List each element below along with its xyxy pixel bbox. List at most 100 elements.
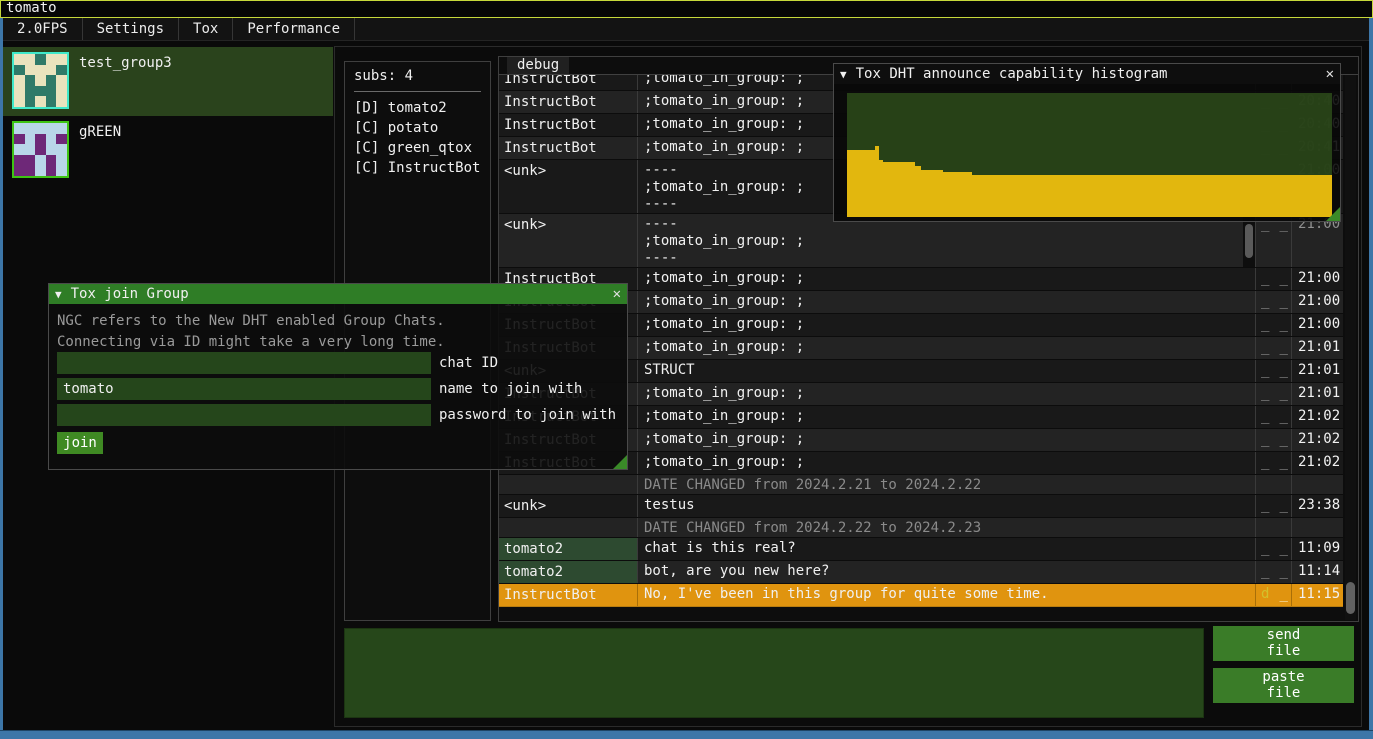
subscriber-item[interactable]: [C] green_qtox — [354, 138, 481, 158]
message-row[interactable]: tomato2bot, are you new here?__11:14 — [499, 561, 1343, 584]
timestamp: 21:01 — [1292, 337, 1343, 359]
collapse-arrow-icon[interactable]: ▼ — [840, 68, 847, 81]
delivery-indicator: __ — [1256, 406, 1292, 428]
timestamp: 21:00 — [1292, 268, 1343, 290]
group-name: gREEN — [79, 124, 121, 185]
menu-item-tox[interactable]: Tox — [179, 18, 233, 40]
chat-id-label: chat ID — [439, 355, 498, 371]
message-row[interactable]: InstructBotNo, I've been in this group f… — [499, 584, 1343, 607]
send-file-button[interactable]: send file — [1213, 626, 1354, 661]
histogram-bar-segment — [921, 170, 944, 217]
date-separator-row[interactable]: DATE CHANGED from 2024.2.21 to 2024.2.22 — [499, 475, 1343, 495]
message-row[interactable]: tomato2chat is this real?__11:09 — [499, 538, 1343, 561]
timestamp: 21:02 — [1292, 452, 1343, 474]
timestamp: 11:14 — [1292, 561, 1343, 583]
join-group-titlebar[interactable]: ▼ Tox join Group ✕ — [49, 284, 627, 304]
message-text: ;tomato_in_group: ; — [638, 337, 1256, 359]
timestamp: 21:00 — [1292, 314, 1343, 336]
message-cell-scrollbar-thumb[interactable] — [1245, 224, 1253, 258]
delivery-indicator: __ — [1256, 360, 1292, 382]
window-titlebar[interactable]: tomato — [0, 0, 1373, 18]
subs-separator — [354, 91, 481, 92]
menu-item-settings[interactable]: Settings — [83, 18, 179, 40]
send-file-label-line1: send — [1213, 627, 1354, 643]
window-border-right — [1369, 18, 1373, 730]
subscriber-item[interactable]: [C] potato — [354, 118, 481, 138]
subs-count: subs: 4 — [354, 68, 481, 84]
subscriber-item[interactable]: [C] InstructBot — [354, 158, 481, 178]
sender-name: <unk> — [499, 160, 638, 213]
message-text: DATE CHANGED from 2024.2.21 to 2024.2.22 — [638, 475, 1256, 494]
delivery-indicator: __ — [1256, 383, 1292, 405]
subscriber-item[interactable]: [D] tomato2 — [354, 98, 481, 118]
join-group-description-line1: NGC refers to the New DHT enabled Group … — [57, 311, 627, 332]
sender-name — [499, 518, 638, 537]
delivery-indicator: __ — [1256, 291, 1292, 313]
join-password-label: password to join with — [439, 407, 616, 423]
chat-scrollbar[interactable] — [1345, 75, 1356, 620]
group-name: test_group3 — [79, 55, 172, 116]
timestamp: 21:02 — [1292, 406, 1343, 428]
timestamp: 21:02 — [1292, 429, 1343, 451]
message-row[interactable]: <unk>testus__23:38 — [499, 495, 1343, 518]
collapse-arrow-icon[interactable]: ▼ — [55, 288, 62, 301]
message-text: ;tomato_in_group: ; — [638, 291, 1256, 313]
join-group-window: ▼ Tox join Group ✕ NGC refers to the New… — [48, 283, 628, 470]
close-icon[interactable]: ✕ — [613, 286, 621, 302]
dht-histogram-window: ▼ Tox DHT announce capability histogram … — [833, 63, 1341, 222]
timestamp: 21:00 — [1292, 291, 1343, 313]
sidebar-group-test_group3[interactable]: test_group3 — [3, 47, 333, 116]
sender-name: InstructBot — [499, 114, 638, 136]
delivery-indicator — [1256, 518, 1292, 537]
sender-name: tomato2 — [499, 538, 638, 560]
chat-scrollbar-thumb[interactable] — [1346, 582, 1355, 614]
join-button[interactable]: join — [57, 432, 103, 454]
message-cell-scrollbar[interactable] — [1243, 215, 1255, 267]
chat-id-input[interactable] — [57, 352, 431, 374]
histogram-bar-segment — [847, 150, 875, 217]
date-separator-row[interactable]: DATE CHANGED from 2024.2.22 to 2024.2.23 — [499, 518, 1343, 538]
delivery-indicator: d_ — [1256, 584, 1292, 606]
resize-grip[interactable] — [613, 455, 627, 469]
timestamp: 11:09 — [1292, 538, 1343, 560]
delivery-indicator: __ — [1256, 495, 1292, 517]
delivery-indicator: __ — [1256, 452, 1292, 474]
tab-debug[interactable]: debug — [507, 57, 569, 74]
menu-item-performance[interactable]: Performance — [233, 18, 355, 40]
join-name-input[interactable] — [57, 378, 431, 400]
histogram-bar-segment — [972, 175, 1332, 217]
sender-name: InstructBot — [499, 75, 638, 90]
dht-histogram-plot[interactable] — [847, 93, 1332, 217]
dht-histogram-titlebar[interactable]: ▼ Tox DHT announce capability histogram … — [834, 64, 1340, 84]
paste-file-button[interactable]: paste file — [1213, 668, 1354, 703]
close-icon[interactable]: ✕ — [1326, 66, 1334, 82]
sender-name: InstructBot — [499, 137, 638, 159]
message-text: STRUCT — [638, 360, 1256, 382]
send-file-label-line2: file — [1213, 643, 1354, 659]
sender-name: tomato2 — [499, 561, 638, 583]
timestamp — [1292, 475, 1343, 494]
timestamp: 23:38 — [1292, 495, 1343, 517]
dht-histogram-title: Tox DHT announce capability histogram — [856, 66, 1317, 82]
join-name-label: name to join with — [439, 381, 582, 397]
join-password-input[interactable] — [57, 404, 431, 426]
delivery-indicator: __ — [1256, 268, 1292, 290]
sender-name: InstructBot — [499, 584, 638, 606]
message-text: ;tomato_in_group: ; — [638, 314, 1256, 336]
sidebar-group-gREEN[interactable]: gREEN — [3, 116, 333, 185]
paste-file-label-line1: paste — [1213, 669, 1354, 685]
message-row[interactable]: <unk>----;tomato_in_group: ;----__21:00 — [499, 214, 1343, 268]
histogram-bar-segment — [943, 172, 971, 217]
histogram-bar-segment — [883, 162, 915, 217]
timestamp — [1292, 518, 1343, 537]
group-avatar — [12, 52, 69, 109]
fps-indicator[interactable]: 2.0FPS — [3, 18, 83, 40]
message-text: ;tomato_in_group: ; — [638, 268, 1256, 290]
sender-name: InstructBot — [499, 91, 638, 113]
delivery-indicator: __ — [1256, 337, 1292, 359]
compose-input[interactable] — [344, 628, 1204, 718]
resize-grip[interactable] — [1326, 207, 1340, 221]
message-text: ;tomato_in_group: ; — [638, 406, 1256, 428]
window-title: tomato — [6, 0, 57, 16]
paste-file-label-line2: file — [1213, 685, 1354, 701]
